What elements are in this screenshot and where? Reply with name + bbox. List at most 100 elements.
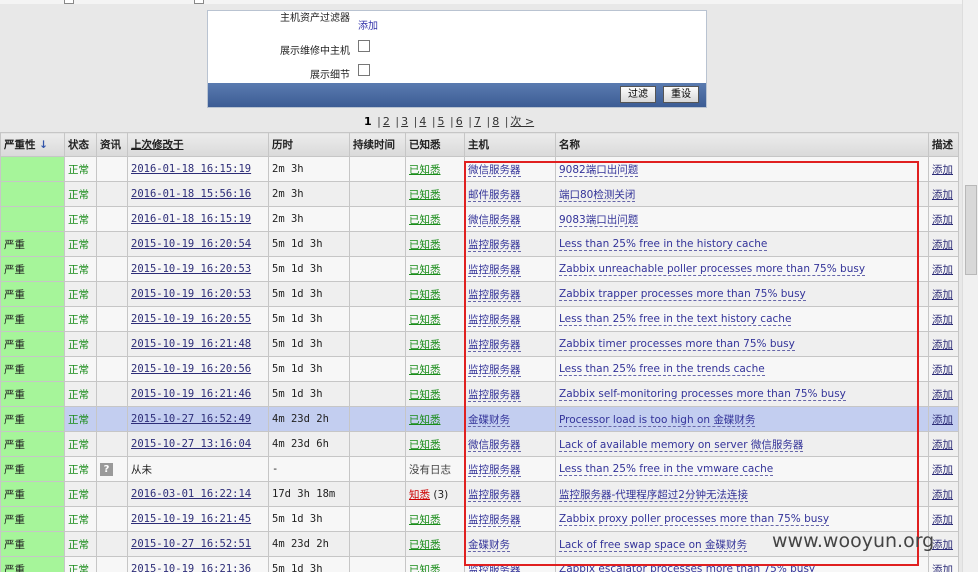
last-change-link[interactable]: 2015-10-19 16:21:36 (131, 563, 251, 572)
desc-add-link[interactable]: 添加 (932, 214, 953, 226)
page-link[interactable]: 6 (456, 115, 463, 128)
ack-link[interactable]: 已知悉 (409, 289, 441, 301)
page-next-link[interactable]: 次 > (510, 115, 534, 128)
trigger-name-link[interactable]: Processor load is too high on 金碟财务 (559, 413, 756, 427)
last-change-link[interactable]: 2015-10-19 16:20:53 (131, 288, 251, 300)
desc-add-link[interactable]: 添加 (932, 514, 953, 526)
table-row[interactable]: 严重 正常 2015-10-27 13:16:04 4m 23d 6h 已知悉 微信服务器… (0, 431, 959, 457)
host-link[interactable]: 监控服务器 (468, 288, 521, 302)
last-change-link[interactable]: 2015-10-19 16:21:45 (131, 513, 251, 525)
trigger-name-link[interactable]: Zabbix escalator processes more than 75%… (559, 563, 816, 572)
host-link[interactable]: 监控服务器 (468, 463, 521, 477)
page-link[interactable]: 2 (383, 115, 390, 128)
page-link[interactable]: 4 (419, 115, 426, 128)
trigger-name-link[interactable]: Lack of free swap space on 金碟财务 (559, 538, 748, 552)
host-link[interactable]: 监控服务器 (468, 388, 521, 402)
table-row[interactable]: 严重 正常 2016-03-01 16:22:14 17d 3h 18m 知悉 (3) 监… (0, 481, 959, 507)
desc-add-link[interactable]: 添加 (932, 389, 953, 401)
last-change-link[interactable]: 2015-10-19 16:21:46 (131, 388, 251, 400)
last-change-link[interactable]: 2015-10-27 16:52:49 (131, 413, 251, 425)
last-change-link[interactable]: 2016-01-18 16:15:19 (131, 213, 251, 225)
desc-add-link[interactable]: 添加 (932, 564, 953, 572)
host-link[interactable]: 微信服务器 (468, 213, 521, 227)
scrollbar-thumb[interactable] (965, 185, 977, 275)
trigger-name-link[interactable]: 监控服务器-代理程序超过2分钟无法连接 (559, 488, 748, 502)
trigger-name-link[interactable]: Less than 25% free in the text history c… (559, 313, 792, 326)
reset-button[interactable]: 重设 (663, 86, 699, 103)
table-row[interactable]: 严重 正常 2015-10-19 16:20:53 5m 1d 3h 已知悉 监控服务器 Z… (0, 281, 959, 307)
desc-add-link[interactable]: 添加 (932, 339, 953, 351)
ack-link[interactable]: 已知悉 (409, 389, 441, 401)
unack-link[interactable]: 知悉 (409, 489, 430, 501)
desc-add-link[interactable]: 添加 (932, 289, 953, 301)
question-icon[interactable]: ? (100, 462, 113, 476)
trigger-name-link[interactable]: 9083端口出问题 (559, 213, 639, 227)
desc-add-link[interactable]: 添加 (932, 314, 953, 326)
ack-link[interactable]: 已知悉 (409, 164, 441, 176)
trigger-name-link[interactable]: 端口80检测关闭 (559, 188, 636, 202)
host-link[interactable]: 监控服务器 (468, 513, 521, 527)
host-link[interactable]: 监控服务器 (468, 263, 521, 277)
host-link[interactable]: 金碟财务 (468, 538, 510, 552)
desc-add-link[interactable]: 添加 (932, 239, 953, 251)
ack-link[interactable]: 已知悉 (409, 414, 441, 426)
inventory-add-link[interactable]: 添加 (358, 21, 378, 32)
trigger-name-link[interactable]: Zabbix timer processes more than 75% bus… (559, 338, 795, 351)
table-row[interactable]: 严重 正常 2015-10-19 16:21:46 5m 1d 3h 已知悉 监控服务器 Z… (0, 381, 959, 407)
details-checkbox[interactable] (358, 64, 370, 76)
host-link[interactable]: 监控服务器 (468, 313, 521, 327)
top-checkbox-1[interactable] (64, 0, 74, 4)
col-last-change[interactable]: 上次修改于 (127, 132, 269, 157)
trigger-name-link[interactable]: Zabbix unreachable poller processes more… (559, 263, 866, 276)
ack-link[interactable]: 已知悉 (409, 439, 441, 451)
maintenance-checkbox[interactable] (358, 40, 370, 52)
ack-link[interactable]: 已知悉 (409, 239, 441, 251)
table-row[interactable]: 严重 正常 2015-10-27 16:52:49 4m 23d 2h 已知悉 金碟财务 P… (0, 406, 959, 432)
trigger-name-link[interactable]: Zabbix trapper processes more than 75% b… (559, 288, 806, 301)
desc-add-link[interactable]: 添加 (932, 364, 953, 376)
host-link[interactable]: 监控服务器 (468, 363, 521, 377)
last-change-link[interactable]: 2015-10-19 16:20:56 (131, 363, 251, 375)
trigger-name-link[interactable]: 9082端口出问题 (559, 163, 639, 177)
last-change-link[interactable]: 2016-01-18 15:56:16 (131, 188, 251, 200)
last-change-link[interactable]: 2015-10-27 16:52:51 (131, 538, 251, 550)
host-link[interactable]: 微信服务器 (468, 163, 521, 177)
table-row[interactable]: 严重 正常 2015-10-19 16:20:54 5m 1d 3h 已知悉 监控服务器 L… (0, 231, 959, 257)
desc-add-link[interactable]: 添加 (932, 189, 953, 201)
host-link[interactable]: 监控服务器 (468, 563, 521, 572)
page-link[interactable]: 3 (401, 115, 408, 128)
table-row[interactable]: 严重 正常 2015-10-19 16:20:55 5m 1d 3h 已知悉 监控服务器 L… (0, 306, 959, 332)
ack-link[interactable]: 已知悉 (409, 564, 441, 572)
trigger-name-link[interactable]: Less than 25% free in the history cache (559, 238, 768, 251)
last-change-link[interactable]: 2016-03-01 16:22:14 (131, 488, 251, 500)
host-link[interactable]: 邮件服务器 (468, 188, 521, 202)
desc-add-link[interactable]: 添加 (932, 539, 953, 551)
desc-add-link[interactable]: 添加 (932, 414, 953, 426)
table-row[interactable]: 正常 2016-01-18 15:56:16 2m 3h 已知悉 邮件服务器 端口80检测… (0, 181, 959, 207)
host-link[interactable]: 微信服务器 (468, 438, 521, 452)
trigger-name-link[interactable]: Less than 25% free in the vmware cache (559, 463, 774, 476)
table-row[interactable]: 严重 正常 2015-10-19 16:21:36 5m 1d 3h 已知悉 监控服务器 Z… (0, 556, 959, 572)
ack-link[interactable]: 已知悉 (409, 214, 441, 226)
trigger-name-link[interactable]: Zabbix proxy poller processes more than … (559, 513, 830, 526)
trigger-name-link[interactable]: Zabbix self-monitoring processes more th… (559, 388, 846, 401)
table-row[interactable]: 严重 正常 2015-10-19 16:21:48 5m 1d 3h 已知悉 监控服务器 Z… (0, 331, 959, 357)
trigger-name-link[interactable]: Less than 25% free in the trends cache (559, 363, 765, 376)
table-row[interactable]: 严重 正常 2015-10-19 16:20:53 5m 1d 3h 已知悉 监控服务器 Z… (0, 256, 959, 282)
ack-link[interactable]: 已知悉 (409, 339, 441, 351)
page-link[interactable]: 5 (438, 115, 445, 128)
table-row[interactable]: 严重 正常? 从未 - 没有日志 监控服务器 Less than 25% free in t… (0, 456, 959, 482)
ack-link[interactable]: 已知悉 (409, 314, 441, 326)
table-row[interactable]: 正常 2016-01-18 16:15:19 2m 3h 已知悉 微信服务器 9082端口… (0, 156, 959, 182)
desc-add-link[interactable]: 添加 (932, 489, 953, 501)
page-link[interactable]: 8 (492, 115, 499, 128)
ack-link[interactable]: 已知悉 (409, 189, 441, 201)
table-row[interactable]: 严重 正常 2015-10-19 16:20:56 5m 1d 3h 已知悉 监控服务器 L… (0, 356, 959, 382)
last-change-link[interactable]: 2016-01-18 16:15:19 (131, 163, 251, 175)
host-link[interactable]: 监控服务器 (468, 238, 521, 252)
table-row[interactable]: 正常 2016-01-18 16:15:19 2m 3h 已知悉 微信服务器 9083端口… (0, 206, 959, 232)
ack-link[interactable]: 已知悉 (409, 264, 441, 276)
col-severity[interactable]: 严重性 ↓ (0, 132, 65, 157)
last-change-link[interactable]: 2015-10-19 16:20:55 (131, 313, 251, 325)
desc-add-link[interactable]: 添加 (932, 439, 953, 451)
